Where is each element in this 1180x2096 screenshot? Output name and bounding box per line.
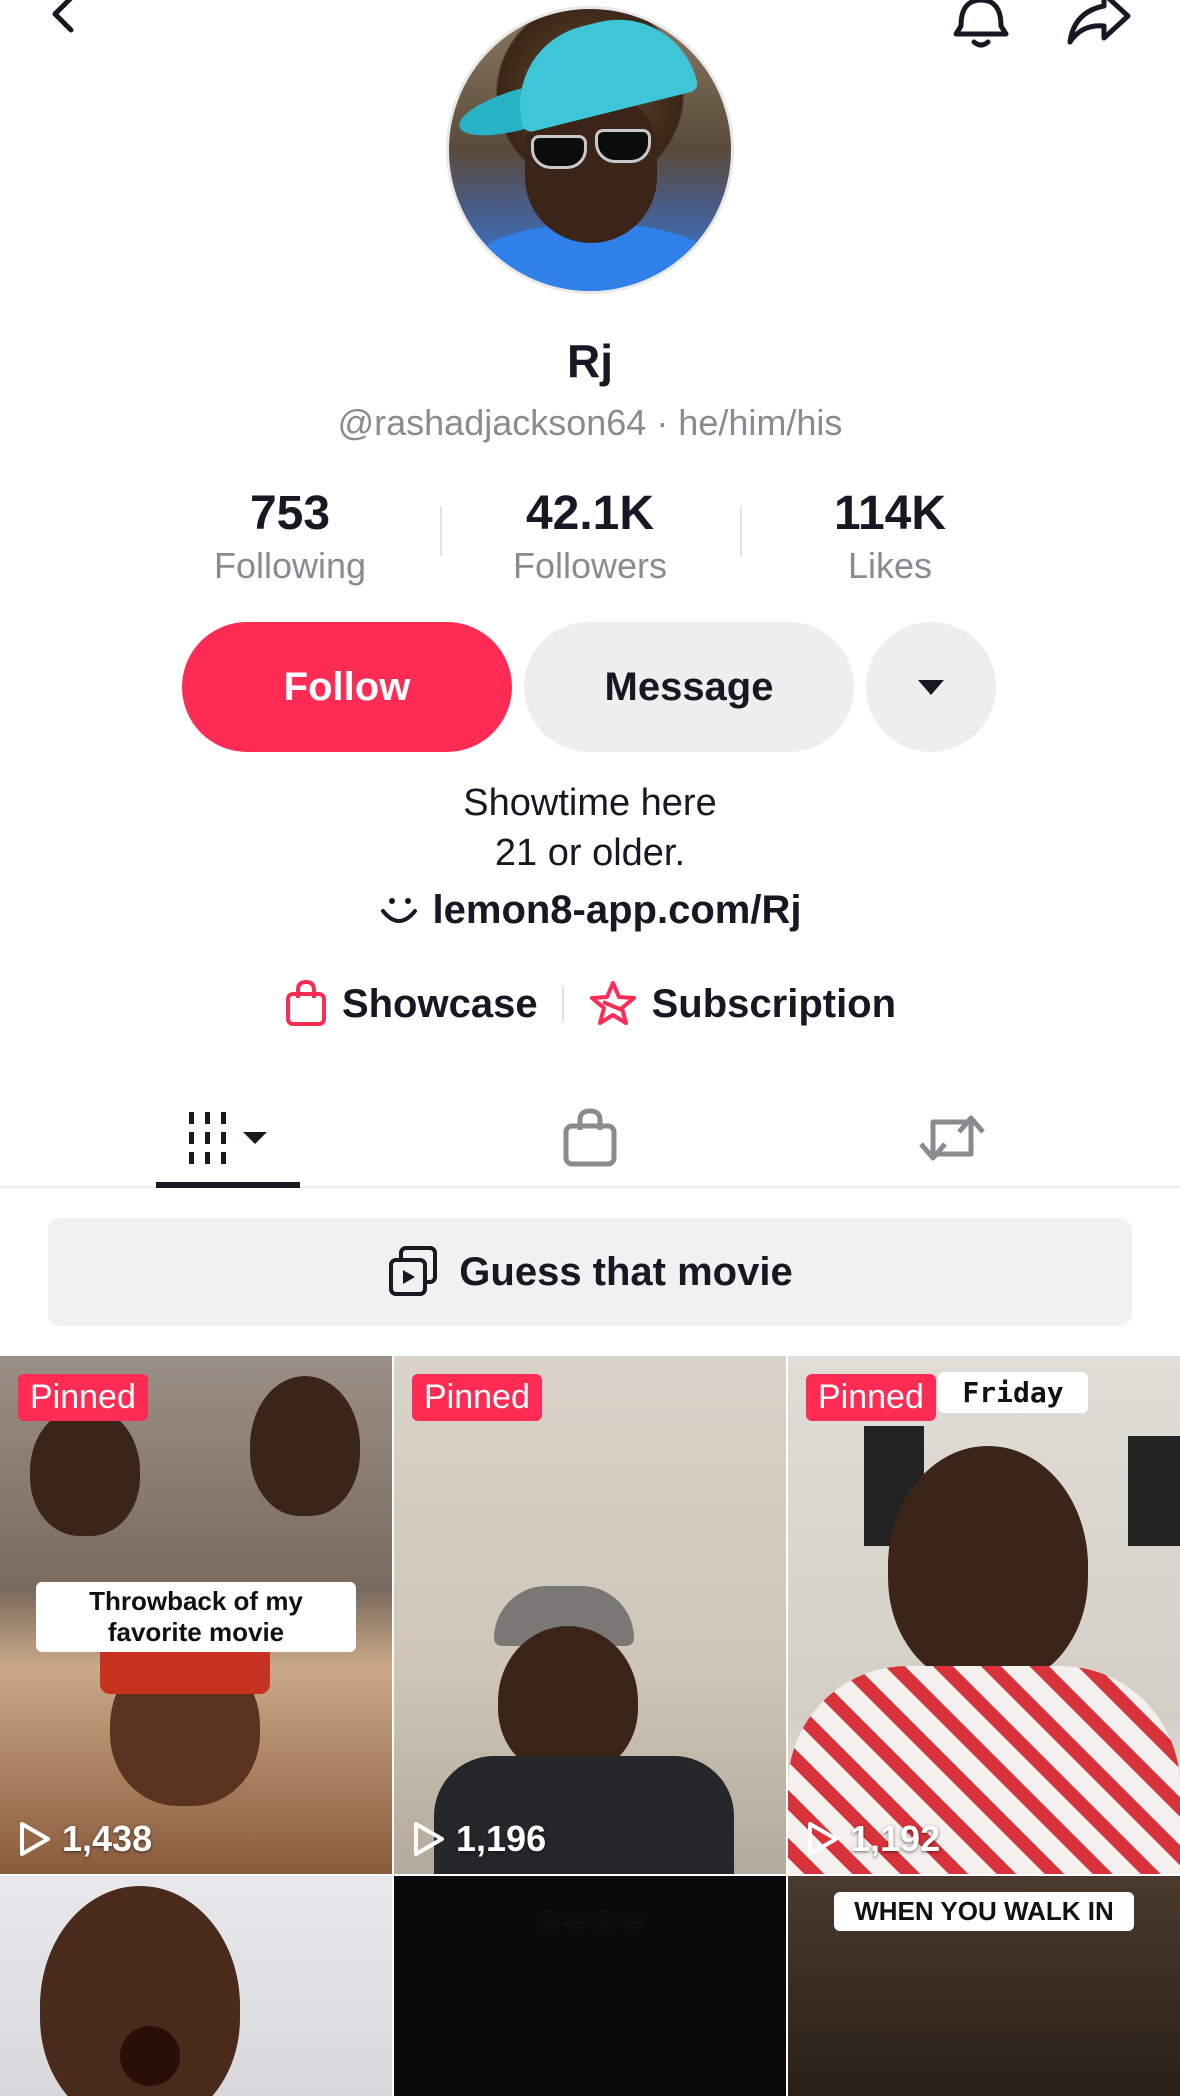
active-tab-indicator (156, 1182, 300, 1188)
video-thumbnail (120, 2026, 180, 2086)
showcase-link[interactable]: Showcase (284, 980, 538, 1028)
shopping-bag-icon (563, 1108, 617, 1167)
video-caption: WHEN YOU WALK IN (834, 1892, 1134, 1931)
subscription-link[interactable]: Subscription (588, 980, 896, 1028)
bio-line: 21 or older. (494, 832, 686, 874)
subscription-label: Subscription (651, 981, 897, 1026)
share-arrow-icon (1067, 0, 1131, 45)
view-count: 1,192 (806, 1818, 940, 1860)
stat-label: Following (213, 545, 367, 586)
tab-videos[interactable] (156, 1090, 300, 1186)
stat-label: Followers (512, 545, 668, 586)
pinned-badge: Pinned (412, 1374, 542, 1421)
chevron-left-icon (52, 0, 74, 33)
bio-line: Showtime here (463, 782, 717, 824)
bio-link-text: lemon8-app.com/Rj (432, 888, 802, 932)
video-tile[interactable]: WHEN YOU WALK IN (788, 1876, 1180, 2096)
showcase-label: Showcase (341, 981, 538, 1026)
stat-likes[interactable]: 114K Likes (740, 486, 1040, 596)
view-count-text: 1,438 (62, 1818, 153, 1859)
video-tile[interactable] (0, 1876, 392, 2096)
stat-value: 42.1K (525, 487, 655, 540)
tab-reposts[interactable] (900, 1090, 1004, 1186)
back-button[interactable] (28, 0, 98, 56)
stat-value: 114K (833, 487, 947, 540)
message-button[interactable]: Message (524, 622, 854, 752)
divider (440, 506, 442, 556)
lemon8-smile-icon (380, 897, 417, 923)
pinned-badge: Pinned (806, 1374, 936, 1421)
video-thumbnail (888, 1446, 1088, 1686)
profile-stats: 753 Following 42.1K Followers 114K Likes (140, 486, 1040, 596)
stat-label: Likes (847, 545, 933, 586)
pinned-badge: Pinned (18, 1374, 148, 1421)
video-thumbnail (1128, 1436, 1180, 1546)
follow-button[interactable]: Follow (182, 622, 512, 752)
video-thumbnail (498, 1626, 638, 1776)
tab-shop[interactable] (540, 1090, 640, 1186)
video-thumbnail (30, 1406, 140, 1536)
playlist-label: Guess that movie (459, 1249, 793, 1294)
play-icon (808, 1822, 838, 1856)
video-caption: Throwback of my favorite movie (36, 1582, 356, 1652)
profile-handle: @rashadjackson64 · he/him/his (337, 402, 843, 443)
playlist-button[interactable]: Guess that movie (48, 1218, 1132, 1326)
view-count: 1,196 (412, 1818, 546, 1860)
content-tabs (0, 1090, 1180, 1188)
stat-following[interactable]: 753 Following (140, 486, 440, 596)
suggested-accounts-button[interactable] (866, 622, 996, 752)
video-thumbnail (250, 1376, 360, 1516)
view-count-text: 1,196 (456, 1818, 547, 1859)
star-badge-icon (589, 981, 636, 1025)
bio-link[interactable]: lemon8-app.com/Rj (0, 888, 1180, 933)
profile-name: Rj (567, 335, 613, 387)
play-icon (20, 1822, 50, 1856)
shopping-bag-icon (285, 980, 326, 1026)
playlist-icon (389, 1246, 438, 1296)
view-count-text: 1,192 (850, 1818, 941, 1859)
repost-icon (919, 1115, 985, 1161)
video-tile[interactable]: Pinned Friday 1,192 (788, 1356, 1180, 1874)
video-tile[interactable]: Pinned 1,196 (394, 1356, 786, 1874)
video-caption: Friday (938, 1372, 1088, 1413)
shop-row: Showcase Subscription (0, 980, 1180, 1028)
stat-followers[interactable]: 42.1K Followers (440, 486, 740, 596)
stat-value: 753 (249, 487, 331, 540)
share-button[interactable] (1064, 0, 1134, 56)
video-tile[interactable]: Pinned Throwback of my favorite movie 1,… (0, 1356, 392, 1874)
grid-icon (189, 1112, 267, 1164)
divider (561, 986, 564, 1022)
caret-down-icon (918, 680, 944, 695)
play-icon (414, 1822, 444, 1856)
video-caption: 😂😂😂😂 (533, 1909, 647, 1936)
video-tile[interactable]: 😂😂😂😂 (394, 1876, 786, 2096)
notifications-button[interactable] (946, 0, 1016, 56)
avatar[interactable] (446, 6, 734, 294)
view-count: 1,438 (18, 1818, 152, 1860)
divider (740, 506, 742, 556)
bell-icon (953, 0, 1009, 48)
